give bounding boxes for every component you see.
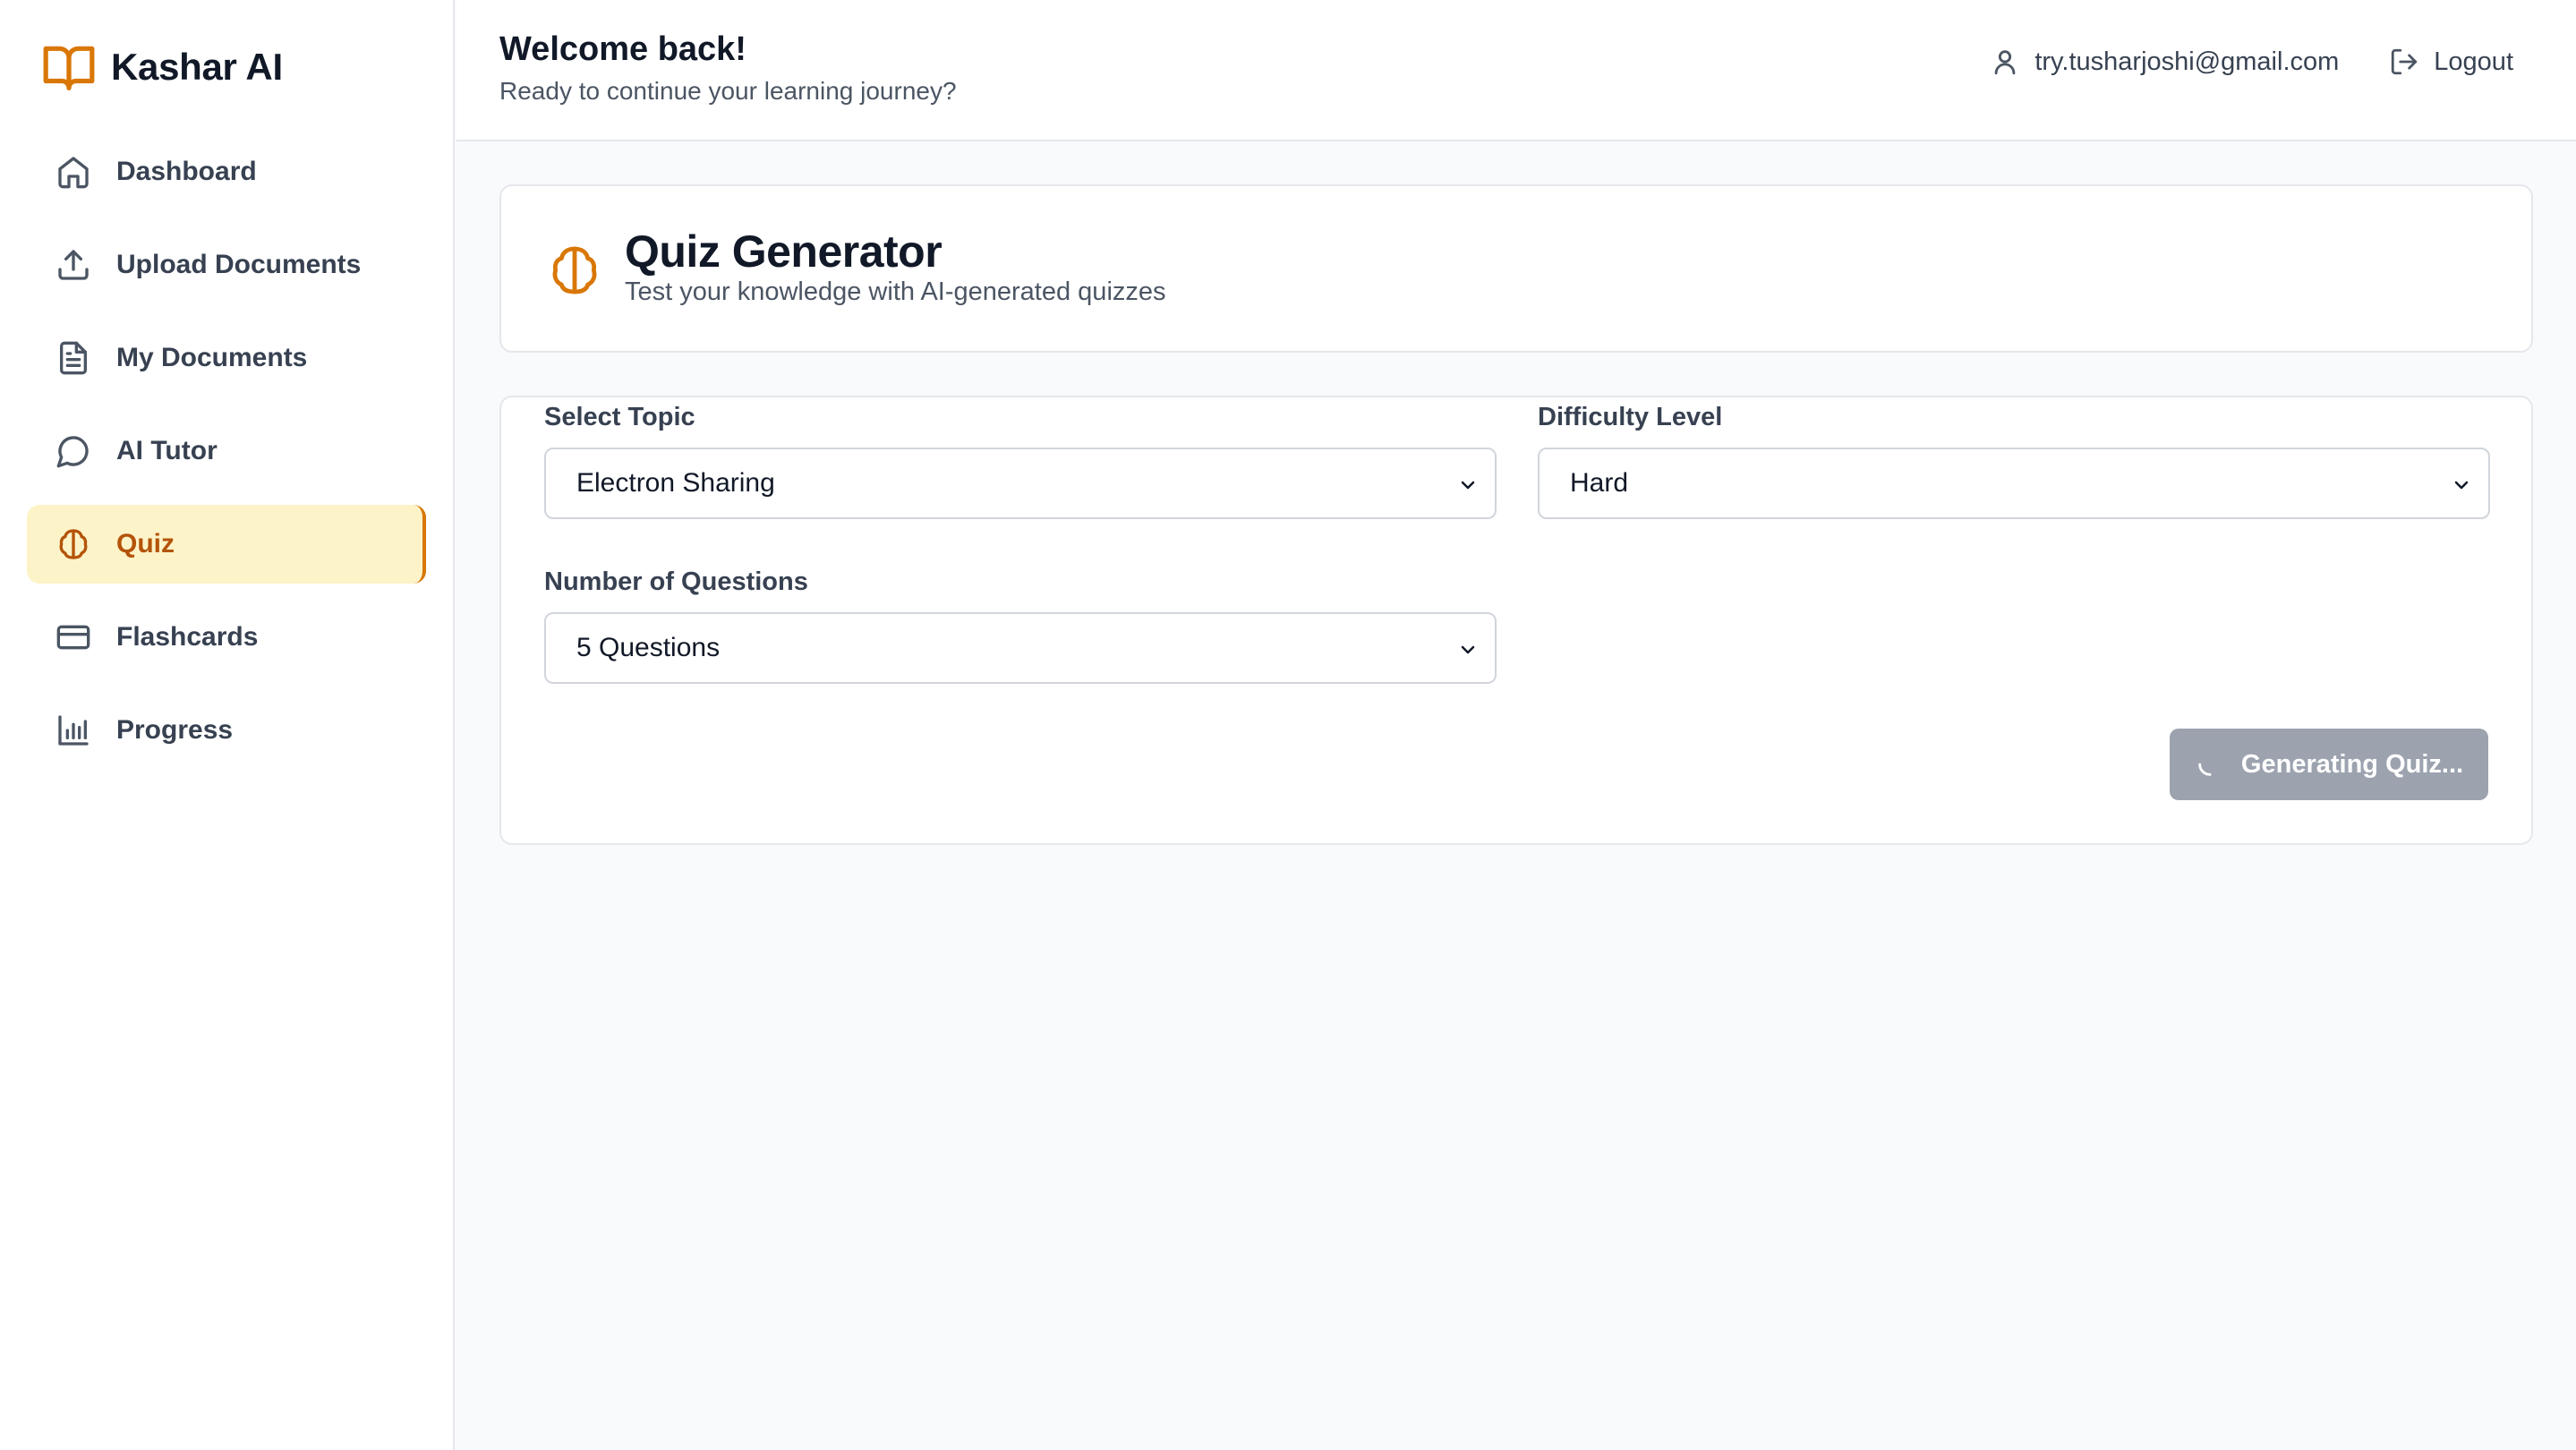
sidebar-item-flashcards[interactable]: Flashcards (27, 598, 426, 677)
topic-select-value: Electron Sharing (576, 468, 775, 498)
user-icon (1990, 47, 2020, 77)
sidebar-item-label: Dashboard (116, 157, 257, 186)
sidebar-item-ai-tutor[interactable]: AI Tutor (27, 412, 426, 490)
sidebar-item-label: My Documents (116, 343, 308, 372)
sidebar-item-progress[interactable]: Progress (27, 691, 426, 770)
sidebar-item-label: Quiz (116, 529, 175, 559)
question-count-select-value: 5 Questions (576, 633, 721, 662)
quiz-title-card: Quiz Generator Test your knowledge with … (499, 184, 2533, 353)
upload-icon (55, 247, 91, 283)
difficulty-select[interactable]: Hard (1538, 448, 2490, 519)
sidebar-item-label: Progress (116, 715, 234, 745)
quiz-settings-card: Select Topic Electron Sharing Difficulty… (499, 396, 2533, 845)
home-icon (55, 154, 91, 190)
sidebar-item-label: AI Tutor (116, 436, 218, 465)
welcome-heading: Welcome back! (499, 30, 746, 68)
sidebar-item-my-documents[interactable]: My Documents (27, 319, 426, 397)
question-count-label: Number of Questions (544, 567, 808, 596)
user-area: try.tusharjoshi@gmail.com Logout (1990, 47, 2513, 77)
logout-button[interactable]: Logout (2389, 47, 2513, 77)
book-open-icon (43, 46, 95, 90)
file-text-icon (55, 340, 91, 376)
welcome-subtitle: Ready to continue your learning journey? (499, 77, 957, 105)
sidebar-item-label: Flashcards (116, 622, 259, 652)
sidebar: Kashar AI Dashboard Upload Documents My … (0, 0, 455, 1450)
page-title: Quiz Generator (625, 226, 943, 277)
sidebar-item-label: Upload Documents (116, 250, 362, 279)
sidebar-item-quiz[interactable]: Quiz (27, 505, 426, 584)
page-subtitle: Test your knowledge with AI-generated qu… (625, 277, 1166, 306)
brain-icon (55, 526, 91, 562)
topic-select[interactable]: Electron Sharing (544, 448, 1497, 519)
chevron-down-icon (2454, 481, 2469, 490)
sidebar-item-upload-documents[interactable]: Upload Documents (27, 226, 426, 304)
logout-icon (2389, 47, 2419, 77)
bar-chart-icon (55, 712, 91, 748)
brain-icon (552, 246, 597, 294)
difficulty-label: Difficulty Level (1538, 403, 1723, 431)
topic-label: Select Topic (544, 403, 695, 431)
brand-name: Kashar AI (111, 46, 283, 88)
spinner-icon (2198, 763, 2212, 776)
generate-quiz-button[interactable]: Generating Quiz... (2170, 729, 2488, 800)
difficulty-select-value: Hard (1570, 468, 1629, 498)
sidebar-nav: Dashboard Upload Documents My Documents … (27, 132, 426, 784)
question-count-select[interactable]: 5 Questions (544, 612, 1497, 684)
brand[interactable]: Kashar AI (41, 39, 283, 95)
sidebar-item-dashboard[interactable]: Dashboard (27, 132, 426, 211)
generate-quiz-label: Generating Quiz... (2240, 749, 2464, 779)
top-header: Welcome back! Ready to continue your lea… (456, 0, 2576, 141)
message-circle-icon (55, 433, 91, 469)
credit-card-icon (55, 619, 91, 655)
user-email: try.tusharjoshi@gmail.com (2034, 47, 2340, 76)
logout-label: Logout (2434, 47, 2513, 76)
chevron-down-icon (1461, 645, 1475, 654)
chevron-down-icon (1461, 481, 1475, 490)
